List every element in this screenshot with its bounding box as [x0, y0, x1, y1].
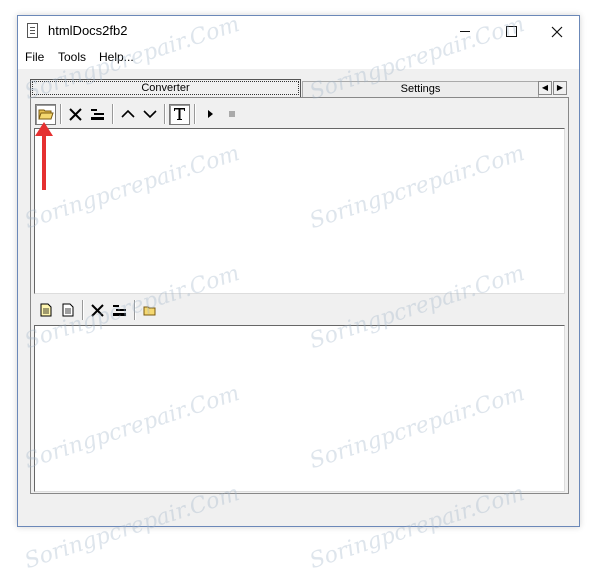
menu-bar: File Tools Help... [18, 47, 579, 69]
stop-button[interactable] [221, 104, 242, 125]
tab-scroll-right-button[interactable]: ▶ [553, 81, 567, 95]
clear-output-button[interactable] [109, 300, 130, 321]
app-window: htmlDocs2fb2 File Tools Help... Converte… [17, 15, 580, 527]
toolbar-separator [112, 104, 114, 124]
title-bar[interactable]: htmlDocs2fb2 [18, 16, 579, 47]
tab-settings[interactable]: Settings [302, 81, 539, 97]
maximize-icon [505, 26, 517, 37]
minimize-icon [460, 31, 470, 32]
triangle-left-icon: ◀ [541, 83, 549, 92]
toolbar-separator [194, 104, 196, 124]
toolbar-separator [134, 300, 136, 320]
annotation-arrow-shaft [42, 132, 46, 190]
triangle-right-icon: ▶ [556, 83, 564, 92]
tab-converter[interactable]: Converter [30, 79, 301, 97]
new-document-button[interactable] [35, 300, 56, 321]
new-document-icon [40, 303, 51, 317]
menu-help[interactable]: Help... [99, 50, 134, 64]
folder-icon [143, 306, 156, 315]
stop-icon [228, 111, 235, 117]
delete-output-button[interactable] [87, 300, 108, 321]
toolbar-separator [60, 104, 62, 124]
menu-file[interactable]: File [25, 50, 44, 64]
converter-panel [30, 97, 569, 494]
move-down-icon [142, 110, 157, 119]
tab-scroll-left-button[interactable]: ◀ [538, 81, 552, 95]
menu-tools[interactable]: Tools [58, 50, 86, 64]
app-document-icon [27, 23, 38, 38]
document-icon [62, 303, 73, 317]
clear-list-icon [113, 304, 126, 316]
source-file-list[interactable] [34, 128, 565, 294]
open-folder-icon [37, 109, 54, 120]
window-title: htmlDocs2fb2 [48, 23, 128, 38]
toolbar-separator [82, 300, 84, 320]
document-button[interactable] [57, 300, 78, 321]
text-mode-icon [174, 108, 185, 120]
delete-button[interactable] [65, 104, 86, 125]
delete-icon [69, 107, 82, 121]
move-up-button[interactable] [117, 104, 138, 125]
tab-strip: Converter Settings ◀ ▶ [30, 79, 569, 98]
close-icon [551, 26, 563, 37]
clear-list-button[interactable] [87, 104, 108, 125]
play-button[interactable] [199, 104, 220, 125]
clear-list-icon [91, 108, 104, 120]
output-folder-button[interactable] [139, 300, 160, 321]
top-toolbar [35, 101, 243, 127]
text-mode-button[interactable] [169, 103, 190, 125]
move-down-button[interactable] [139, 104, 160, 125]
bottom-toolbar [35, 297, 161, 323]
close-button[interactable] [534, 16, 580, 47]
toolbar-separator [164, 104, 166, 124]
move-up-icon [120, 109, 135, 118]
output-log-pane[interactable] [34, 325, 565, 492]
delete-icon [91, 303, 104, 317]
play-icon [207, 110, 213, 118]
maximize-button[interactable] [488, 16, 534, 47]
minimize-button[interactable] [442, 16, 488, 47]
status-bar [18, 506, 579, 526]
